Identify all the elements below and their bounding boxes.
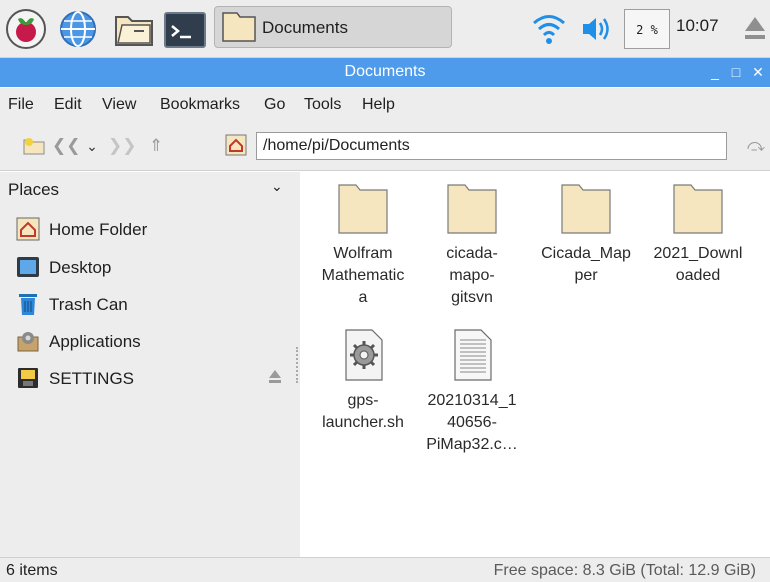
sidebar-item-label: Desktop xyxy=(49,258,112,277)
file-view: Wolfram Mathematic a cicada-mapo-gitsvn Ci… xyxy=(300,172,770,557)
minimize-button[interactable]: _ xyxy=(706,62,724,82)
file-item[interactable]: 2021_Downl oaded xyxy=(645,181,751,287)
taskbar-window-label: Documents xyxy=(262,18,348,37)
toolbar: ❮❮ ⌄ ❯❯ ⇑ /home/pi/Documents ⤼ xyxy=(0,121,770,171)
folder-icon xyxy=(221,11,257,48)
terminal-icon[interactable] xyxy=(163,9,207,49)
sidebar-item-home-folder[interactable]: Home Folder xyxy=(0,213,295,245)
menu-edit[interactable]: Edit xyxy=(54,96,82,114)
drive-icon xyxy=(16,366,40,390)
sidebar-item-settings[interactable]: SETTINGS xyxy=(0,362,295,394)
file-item-name: 20210314_1 40656- PiMap32.c… xyxy=(426,392,518,453)
location-bar[interactable]: /home/pi/Documents xyxy=(256,132,727,160)
item-count: 6 items xyxy=(6,562,58,579)
history-dropdown-icon[interactable]: ⌄ xyxy=(80,134,104,158)
menu-view[interactable]: View xyxy=(102,96,136,114)
home-folder-icon xyxy=(16,217,40,241)
status-bar: 6 items Free space: 8.3 GiB (Total: 12.9… xyxy=(0,557,770,582)
cpu-usage-monitor[interactable]: 2 % xyxy=(624,9,670,49)
places-pane: Places ⌄ Home Folder Desktop Trash Can A… xyxy=(0,172,295,557)
file-item[interactable]: cicada-mapo-gitsvn xyxy=(419,181,525,309)
file-item[interactable]: Wolfram Mathematic a xyxy=(310,181,416,309)
gear-icon xyxy=(336,328,390,382)
sidebar-item-trash-can[interactable]: Trash Can xyxy=(0,288,295,320)
applications-icon xyxy=(16,329,40,353)
file-item-name: gps-launcher.sh xyxy=(322,392,404,431)
menu-bar: File Edit View Bookmarks Go Tools Help xyxy=(0,88,770,121)
folder-icon xyxy=(445,181,499,235)
file-item-name: cicada-mapo-gitsvn xyxy=(446,245,498,306)
menu-bookmarks[interactable]: Bookmarks xyxy=(160,96,240,114)
folder-icon xyxy=(336,181,390,235)
splitter-grip xyxy=(296,347,299,383)
text-file-icon xyxy=(445,328,499,382)
folder-icon xyxy=(671,181,725,235)
free-space: Free space: 8.3 GiB (Total: 12.9 GiB) xyxy=(493,562,756,579)
new-tab-icon[interactable] xyxy=(22,134,46,158)
taskbar-window-documents[interactable]: Documents xyxy=(214,6,452,48)
go-icon[interactable]: ⤼ xyxy=(744,134,768,158)
sidebar-item-label: Trash Can xyxy=(49,295,128,314)
eject-icon[interactable] xyxy=(744,9,766,49)
menu-help[interactable]: Help xyxy=(362,96,395,114)
sidebar-item-label: SETTINGS xyxy=(49,369,135,388)
folder-icon xyxy=(559,181,613,235)
cpu-usage-value: 2 % xyxy=(636,23,658,37)
sidebar-item-label: Applications xyxy=(49,332,141,351)
file-item-name: Cicada_Map per xyxy=(541,245,631,284)
volume-icon[interactable] xyxy=(580,9,614,49)
file-item[interactable]: gps-launcher.sh xyxy=(310,328,416,434)
window-titlebar[interactable]: Documents _ □ ✕ xyxy=(0,58,770,87)
web-browser-icon[interactable] xyxy=(58,9,98,49)
menu-tools[interactable]: Tools xyxy=(304,96,341,114)
location-path: /home/pi/Documents xyxy=(263,137,410,154)
file-item[interactable]: Cicada_Map per xyxy=(533,181,639,287)
clock[interactable]: 10:07 xyxy=(676,16,719,36)
wifi-icon[interactable] xyxy=(532,9,566,49)
menu-file[interactable]: File xyxy=(8,96,34,114)
sidebar-item-label: Home Folder xyxy=(49,220,148,239)
eject-icon[interactable] xyxy=(268,368,282,386)
file-item-name: Wolfram Mathematic a xyxy=(321,245,405,306)
taskbar: Documents 2 % 10:07 xyxy=(0,0,770,58)
desktop-icon xyxy=(16,255,40,279)
home-icon[interactable] xyxy=(224,134,248,158)
close-button[interactable]: ✕ xyxy=(749,62,767,82)
trash-can-icon xyxy=(16,292,40,316)
menu-go[interactable]: Go xyxy=(264,96,285,114)
file-item[interactable]: 20210314_1 40656- PiMap32.c… xyxy=(419,328,525,456)
file-manager-icon[interactable] xyxy=(112,9,156,49)
chevron-down-icon[interactable]: ⌄ xyxy=(271,178,283,195)
up-folder-icon[interactable]: ⇑ xyxy=(144,134,168,158)
sidebar-item-applications[interactable]: Applications xyxy=(0,325,295,357)
file-item-name: 2021_Downl oaded xyxy=(653,245,743,284)
back-icon[interactable]: ❮❮ xyxy=(52,134,81,158)
sidebar-item-desktop[interactable]: Desktop xyxy=(0,251,295,283)
maximize-button[interactable]: □ xyxy=(727,62,745,82)
window-title: Documents xyxy=(344,63,426,80)
places-header[interactable]: Places xyxy=(8,180,59,200)
forward-icon[interactable]: ❯❯ xyxy=(108,134,137,158)
raspberry-pi-menu-icon[interactable] xyxy=(6,9,46,49)
